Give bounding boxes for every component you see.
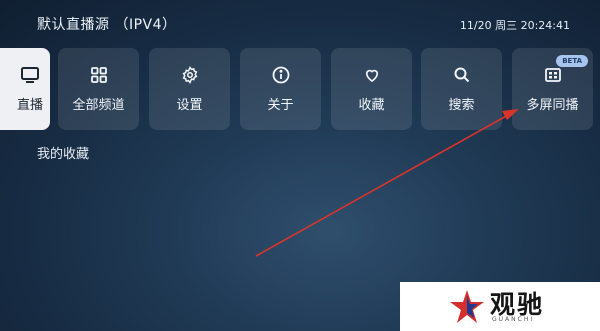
watermark-logo-sub: GUANCHI: [492, 316, 535, 323]
watermark-star-logo: [450, 290, 484, 323]
watermark: 观驰 GUANCHI: [400, 282, 600, 331]
